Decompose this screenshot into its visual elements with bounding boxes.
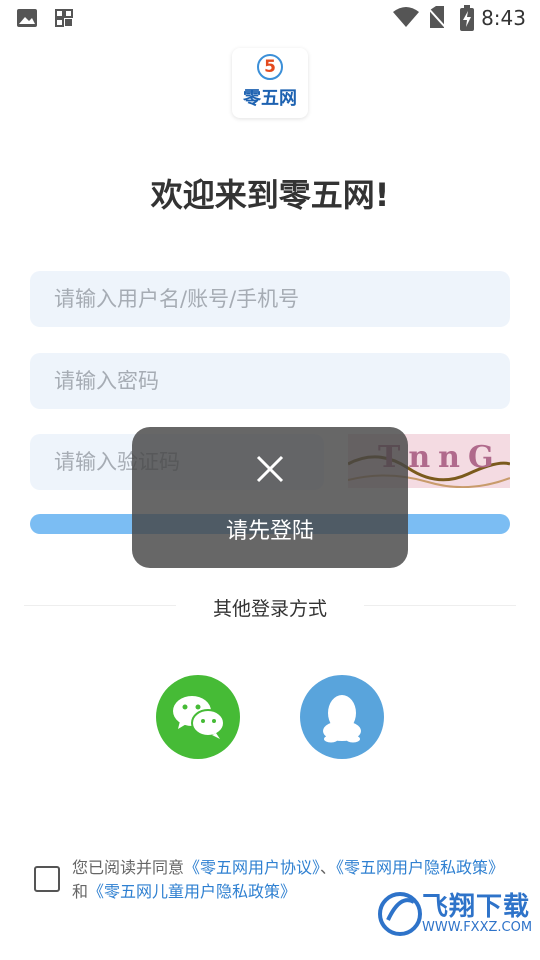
agreement-sep1: 、 bbox=[320, 858, 337, 877]
logo-text: 零五网 bbox=[243, 88, 297, 109]
close-icon bbox=[256, 455, 284, 483]
user-agreement-link[interactable]: 《零五网用户协议》 bbox=[184, 858, 320, 877]
logo-number: 5 bbox=[257, 54, 283, 80]
privacy-policy-link[interactable]: 《零五网用户隐私政策》 bbox=[336, 858, 504, 877]
password-input[interactable] bbox=[30, 353, 510, 409]
watermark-site: WWW.FXXZ.COM bbox=[422, 920, 533, 935]
agreement-prefix: 您已阅读并同意 bbox=[72, 858, 185, 877]
app-logo: 5 零五网 bbox=[232, 48, 308, 118]
wechat-login-button[interactable] bbox=[156, 675, 240, 759]
watermark-logo-icon bbox=[378, 892, 422, 936]
wechat-icon bbox=[173, 696, 225, 739]
wifi-icon bbox=[393, 7, 419, 27]
no-sim-icon bbox=[428, 6, 446, 29]
username-input[interactable] bbox=[30, 271, 510, 327]
username-field-wrap bbox=[30, 271, 510, 327]
qq-icon bbox=[323, 695, 361, 743]
agreement-sep2: 和 bbox=[72, 882, 89, 901]
status-time: 8:43 bbox=[481, 6, 526, 30]
watermark-brand: 飞翔下载 bbox=[422, 892, 531, 922]
image-icon bbox=[17, 9, 37, 27]
toast-dialog: 请先登陆 bbox=[132, 427, 408, 568]
battery-charging-icon bbox=[460, 5, 474, 31]
child-privacy-policy-link[interactable]: 《零五网儿童用户隐私政策》 bbox=[88, 882, 296, 901]
watermark: 飞翔下载 WWW.FXXZ.COM bbox=[374, 880, 533, 946]
grid-icon bbox=[55, 9, 73, 27]
other-login-label: 其他登录方式 bbox=[212, 598, 327, 620]
toast-message: 请先登陆 bbox=[225, 519, 314, 544]
welcome-title: 欢迎来到零五网! bbox=[150, 176, 390, 214]
agree-checkbox[interactable] bbox=[34, 866, 60, 892]
password-field-wrap bbox=[30, 353, 510, 409]
qq-login-button[interactable] bbox=[300, 675, 384, 759]
status-bar: 8:43 bbox=[0, 0, 540, 36]
